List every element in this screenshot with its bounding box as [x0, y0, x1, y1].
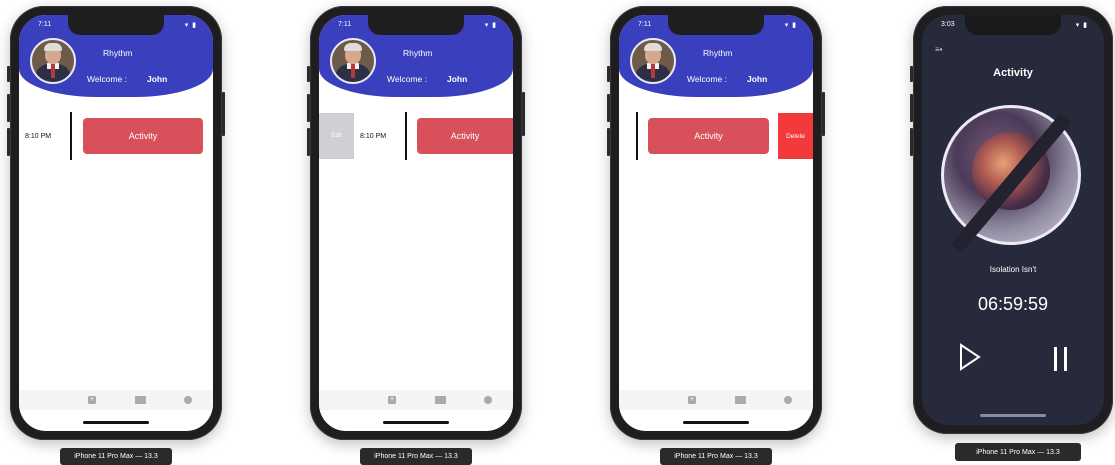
tab-bar: + [19, 390, 213, 410]
timeline-divider [636, 112, 638, 160]
user-name: John [747, 74, 768, 84]
notch [368, 15, 464, 35]
avatar[interactable] [30, 38, 76, 84]
wifi-battery-icon: ▾ ▮ [184, 22, 197, 29]
track-name: Isolation Isn't [989, 265, 1037, 274]
device-caption: iPhone 11 Pro Max — 13.3 [660, 448, 772, 465]
album-art [941, 105, 1081, 253]
notch [668, 15, 764, 35]
edit-action-button[interactable]: Edit [319, 113, 354, 159]
add-icon[interactable]: + [688, 396, 696, 404]
activity-button[interactable]: Activity [417, 118, 513, 154]
app-title: Rhythm [103, 48, 133, 58]
player-title: Activity [993, 67, 1033, 79]
home-indicator[interactable] [980, 414, 1046, 417]
folder-icon[interactable] [735, 396, 746, 404]
notch [965, 15, 1061, 35]
home-indicator[interactable] [83, 421, 149, 424]
tab-bar: + [619, 390, 813, 410]
timer: 06:59:59 [977, 294, 1049, 314]
play-icon[interactable] [959, 343, 981, 371]
activity-button[interactable]: Activity [83, 118, 203, 154]
device-caption: iPhone 11 Pro Max — 13.3 [360, 448, 472, 465]
app-title: Rhythm [703, 48, 733, 58]
avatar[interactable] [630, 38, 676, 84]
status-time: 7:11 [338, 21, 352, 28]
timeline-divider [70, 112, 72, 160]
welcome-label: Welcome : [687, 74, 727, 84]
delete-action-button[interactable]: Delete [778, 113, 813, 159]
wifi-battery-icon: ▾ ▮ [784, 22, 797, 29]
screen-delete-swipe: 7:11 ▾ ▮ Rhythm Welcome : John Activity … [619, 15, 813, 431]
notch [68, 15, 164, 35]
menu-icon[interactable]: ≡• [935, 45, 942, 54]
wifi-battery-icon: ▾ ▮ [484, 22, 497, 29]
status-time: 3:03 [941, 21, 955, 28]
profile-icon[interactable] [184, 396, 192, 404]
screen-edit-swipe: 7:11 ▾ ▮ Rhythm Welcome : John Edit 8:10… [319, 15, 513, 431]
screen-player: 3:03 ▾ ▮ ≡• Activity Isolation Isn't 06:… [922, 15, 1104, 425]
device-caption: iPhone 11 Pro Max — 13.3 [60, 448, 172, 465]
phone-frame-2: 7:11 ▾ ▮ Rhythm Welcome : John Edit 8:10… [307, 6, 525, 440]
row-time: 8:10 PM [360, 133, 387, 140]
avatar[interactable] [330, 38, 376, 84]
welcome-label: Welcome : [87, 74, 127, 84]
screen-home: 7:11 ▾ ▮ Rhythm Welcome : John 8:10 PM A… [19, 15, 213, 431]
phone-frame-player: 3:03 ▾ ▮ ≡• Activity Isolation Isn't 06:… [910, 6, 1113, 434]
phone-frame-1: 7:11 ▾ ▮ Rhythm Welcome : John 8:10 PM A… [7, 6, 225, 440]
profile-icon[interactable] [784, 396, 792, 404]
folder-icon[interactable] [435, 396, 446, 404]
tab-bar: + [319, 390, 513, 410]
welcome-label: Welcome : [387, 74, 427, 84]
wifi-battery-icon: ▾ ▮ [1075, 22, 1088, 29]
profile-icon[interactable] [484, 396, 492, 404]
home-indicator[interactable] [383, 421, 449, 424]
user-name: John [147, 74, 168, 84]
app-title: Rhythm [403, 48, 433, 58]
device-caption: iPhone 11 Pro Max — 13.3 [955, 443, 1081, 461]
folder-icon[interactable] [135, 396, 146, 404]
activity-button[interactable]: Activity [648, 118, 769, 154]
status-time: 7:11 [638, 21, 652, 28]
phone-frame-3: 7:11 ▾ ▮ Rhythm Welcome : John Activity … [607, 6, 825, 440]
add-icon[interactable]: + [88, 396, 96, 404]
status-time: 7:11 [38, 21, 52, 28]
home-indicator[interactable] [683, 421, 749, 424]
row-time: 8:10 PM [25, 133, 52, 140]
user-name: John [447, 74, 468, 84]
add-icon[interactable]: + [388, 396, 396, 404]
timeline-divider [405, 112, 407, 160]
